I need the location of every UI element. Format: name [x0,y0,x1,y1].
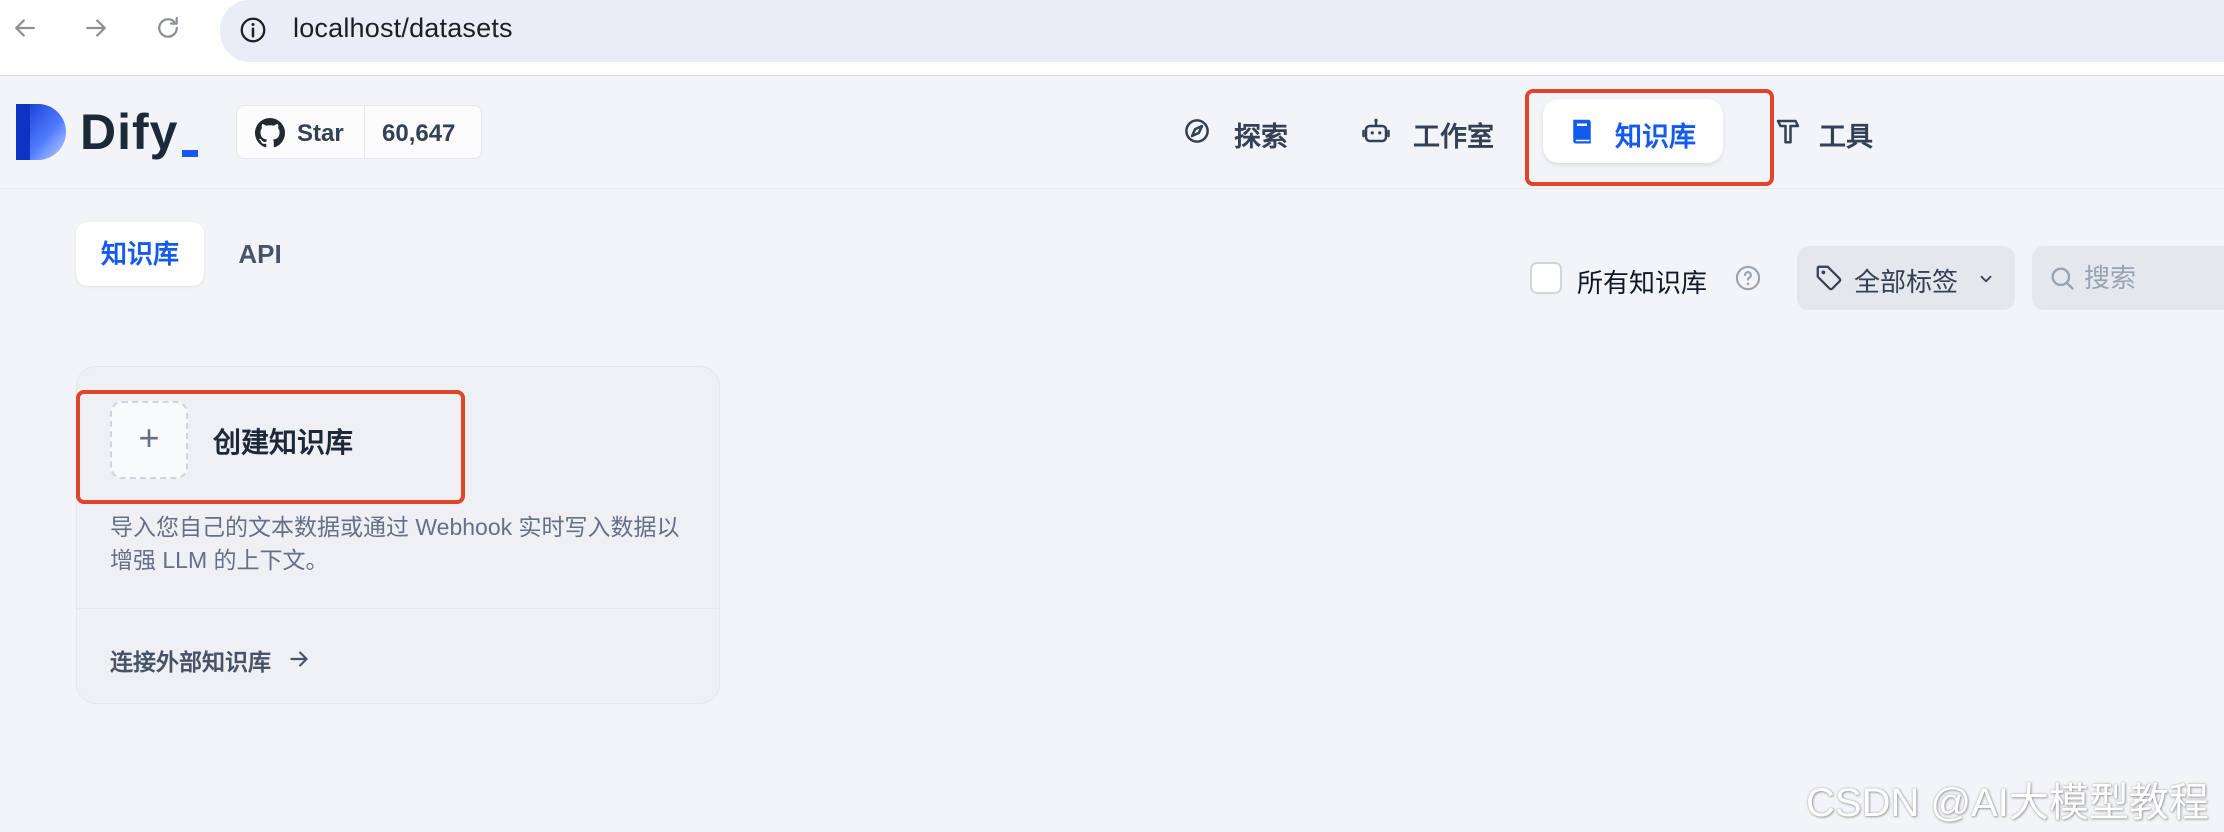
plus-symbol: + [138,417,160,458]
github-star-label: Star [297,120,344,147]
github-star-button[interactable]: Star 60,647 [236,105,482,159]
create-knowledge-card: + 创建知识库 导入您自己的文本数据或通过 Webhook 实时写入数据以增强 … [76,366,720,704]
watermark: CSDN @AI大模型教程 [1806,781,2209,825]
create-knowledge-title: 创建知识库 [213,427,354,458]
nav-studio-label: 工作室 [1413,122,1494,152]
compass-icon [1185,119,1209,143]
reload-button[interactable] [153,13,183,43]
arrow-right-icon [86,19,106,37]
book-icon [1573,119,1591,144]
help-circle-icon[interactable] [1734,264,1762,292]
nav-explore[interactable]: 探索 [1182,99,1332,163]
nav-tools[interactable]: 工具 [1770,99,1900,163]
create-knowledge-button[interactable]: + 创建知识库 [77,367,721,497]
search-box[interactable] [2032,246,2224,310]
github-icon [255,118,285,148]
tag-filter-dropdown[interactable]: 全部标签 [1797,246,2015,310]
plus-icon: + [110,401,188,479]
connect-external-knowledge-link[interactable]: 连接外部知识库 [110,643,308,677]
all-knowledge-label[interactable]: 所有知识库 [1577,263,1707,300]
hammer-icon [1776,119,1800,144]
nav-tools-label: 工具 [1819,122,1873,152]
nav-explore-label: 探索 [1234,122,1288,152]
all-knowledge-checkbox[interactable] [1530,262,1562,294]
card-divider [77,608,719,609]
github-star-count: 60,647 [382,120,456,147]
github-star-left[interactable]: Star [237,106,365,158]
search-icon [2051,267,2074,290]
tab-knowledge[interactable]: 知识库 [76,222,204,286]
back-button[interactable] [10,13,40,43]
nav-studio[interactable]: 工作室 [1358,99,1508,163]
reload-icon [158,16,178,38]
site-info-icon[interactable] [238,15,268,45]
connect-external-label: 连接外部知识库 [110,649,271,675]
nav-knowledge[interactable]: 知识库 [1543,99,1723,163]
nav-knowledge-label: 知识库 [1615,122,1696,152]
robot-icon [1362,118,1390,143]
tab-api[interactable]: API [222,222,298,286]
create-knowledge-description: 导入您自己的文本数据或通过 Webhook 实时写入数据以增强 LLM 的上下文… [110,514,680,573]
search-input[interactable] [2084,258,2224,298]
logo-underscore [182,150,198,157]
address-bar[interactable]: localhost/datasets [220,0,2224,62]
tag-icon [1816,265,1842,291]
arrow-left-icon [15,19,35,37]
chevron-down-icon [1980,275,1992,283]
url-text[interactable]: localhost/datasets [293,13,513,44]
tag-filter-label: 全部标签 [1854,267,1959,297]
forward-button[interactable] [81,13,111,43]
app-header: Dify Star 60,647 探索 工作室 知识库 工具 [0,77,2224,189]
browser-bar: localhost/datasets [0,0,2224,76]
dify-logo-icon[interactable] [16,104,66,160]
arrow-right-icon [290,651,308,667]
logo-text[interactable]: Dify [80,103,178,161]
